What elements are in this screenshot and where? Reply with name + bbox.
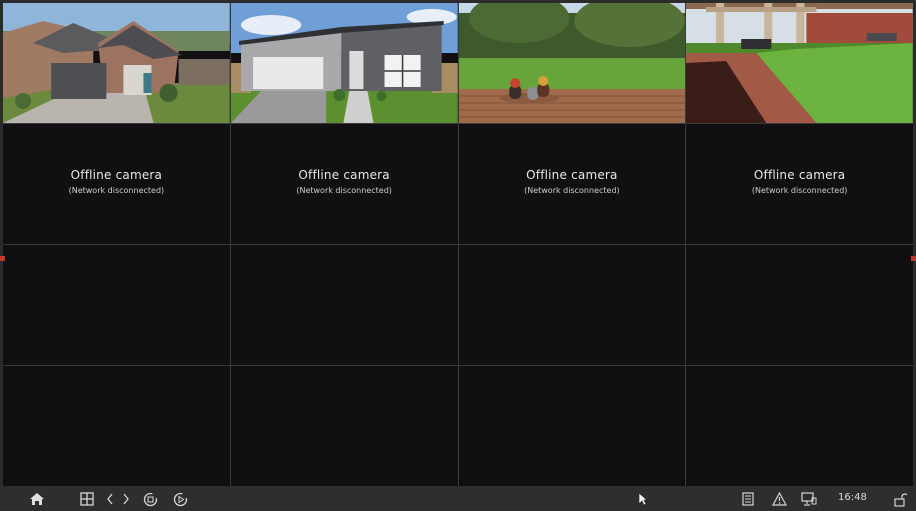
next-page-icon[interactable] <box>120 490 132 508</box>
camera-tile-13[interactable] <box>3 366 230 486</box>
log-icon[interactable] <box>740 490 756 508</box>
camera-tile-16[interactable] <box>686 366 913 486</box>
home-icon[interactable] <box>28 490 46 508</box>
camera-2-feed <box>230 3 458 123</box>
camera-1-feed <box>3 3 230 123</box>
camera-tile-4[interactable] <box>686 3 913 123</box>
clock: 16:48 <box>838 492 867 503</box>
offline-title: Offline camera <box>526 168 618 182</box>
offline-title: Offline camera <box>70 168 163 182</box>
offline-detail: (Network disconnected) <box>296 186 392 195</box>
camera-tile-5[interactable]: Offline camera (Network disconnected) <box>3 124 230 244</box>
camera-tile-3[interactable] <box>458 3 686 123</box>
camera-tile-7[interactable]: Offline camera (Network disconnected) <box>458 124 686 244</box>
selection-marker-right <box>911 256 916 261</box>
camera-tile-2[interactable] <box>230 3 458 123</box>
layout-grid-icon[interactable] <box>79 490 95 508</box>
camera-tile-14[interactable] <box>230 366 458 486</box>
prev-page-icon[interactable] <box>104 490 116 508</box>
mouse-cursor-icon <box>636 490 650 508</box>
camera-tile-8[interactable]: Offline camera (Network disconnected) <box>686 124 913 244</box>
taskbar: 16:48 <box>0 487 916 511</box>
camera-tile-6[interactable]: Offline camera (Network disconnected) <box>230 124 458 244</box>
offline-title: Offline camera <box>753 168 846 182</box>
camera-tile-11[interactable] <box>458 245 686 365</box>
selection-marker-left <box>0 256 5 261</box>
camera-tile-15[interactable] <box>458 366 686 486</box>
camera-tile-1[interactable] <box>3 3 230 123</box>
lock-icon[interactable] <box>893 490 909 508</box>
offline-detail: (Network disconnected) <box>68 186 165 195</box>
camera-grid: Offline camera (Network disconnected) Of… <box>3 3 913 486</box>
alarm-icon[interactable] <box>770 490 788 508</box>
camera-tile-12[interactable] <box>686 245 913 365</box>
offline-title: Offline camera <box>298 168 390 182</box>
network-icon[interactable] <box>800 490 818 508</box>
playback-icon[interactable] <box>171 490 189 508</box>
offline-detail: (Network disconnected) <box>524 186 620 195</box>
offline-detail: (Network disconnected) <box>751 186 848 195</box>
camera-tile-9[interactable] <box>3 245 230 365</box>
sequence-icon[interactable] <box>141 490 159 508</box>
camera-3-feed <box>458 3 686 123</box>
camera-tile-10[interactable] <box>230 245 458 365</box>
camera-4-feed <box>686 3 913 123</box>
